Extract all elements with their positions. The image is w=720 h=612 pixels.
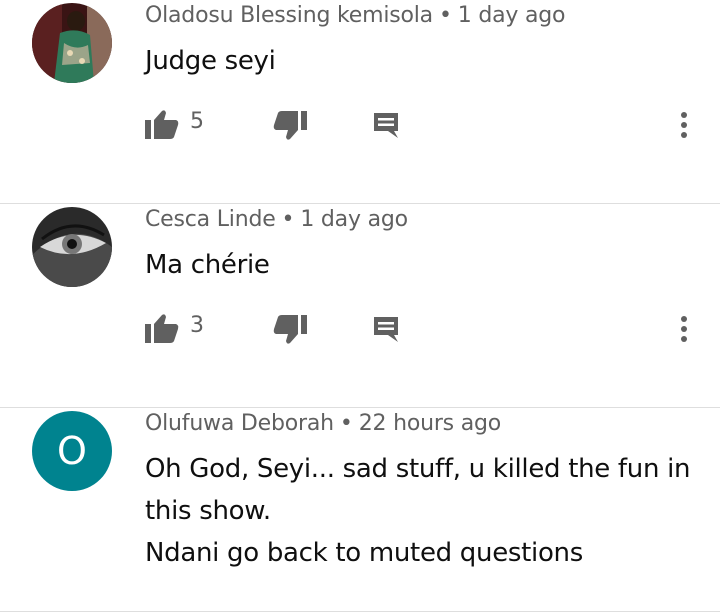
avatar[interactable]: O: [32, 411, 112, 491]
person-photo-icon: [32, 3, 112, 83]
comment-meta: Cesca Linde • 1 day ago: [145, 207, 408, 232]
author-name[interactable]: Olufuwa Deborah: [145, 411, 334, 436]
thumbs-up-icon: [145, 110, 179, 139]
meta-separator: •: [339, 411, 353, 436]
more-vertical-icon: [681, 316, 687, 342]
dislike-button[interactable]: [273, 111, 307, 143]
comment-text: Judge seyi: [145, 46, 276, 76]
comment-actions: 3: [0, 309, 720, 349]
reply-button[interactable]: [372, 111, 400, 139]
like-count: 5: [190, 109, 204, 134]
dislike-button[interactable]: [273, 315, 307, 347]
more-vertical-icon: [681, 112, 687, 138]
more-options-button[interactable]: [676, 109, 692, 141]
comment-meta: Olufuwa Deborah • 22 hours ago: [145, 411, 501, 436]
like-button[interactable]: [145, 313, 179, 345]
comment-text-line: Ndani go back to muted questions: [145, 538, 583, 568]
comment-text-line: Oh God, Seyi... sad stuff, u killed the …: [145, 454, 691, 484]
author-name[interactable]: Cesca Linde: [145, 207, 276, 232]
avatar[interactable]: [32, 3, 112, 83]
meta-separator: •: [281, 207, 295, 232]
comment-time[interactable]: 1 day ago: [458, 3, 566, 28]
comment-reply-icon: [374, 113, 398, 138]
comment-meta: Oladosu Blessing kemisola • 1 day ago: [145, 3, 566, 28]
like-button[interactable]: [145, 109, 179, 141]
comment-text: Ma chérie: [145, 250, 270, 280]
comment-item: Cesca Linde • 1 day ago Ma chérie 3: [0, 204, 720, 408]
comment-time[interactable]: 22 hours ago: [359, 411, 502, 436]
eye-photo-icon: [32, 207, 112, 287]
thumbs-up-icon: [145, 314, 179, 343]
comment-actions: 5: [0, 105, 720, 145]
comment-text-line: this show.: [145, 496, 271, 526]
author-name[interactable]: Oladosu Blessing kemisola: [145, 3, 433, 28]
comment-item: Oladosu Blessing kemisola • 1 day ago Judg…: [0, 0, 720, 204]
thumbs-down-icon: [273, 111, 307, 140]
avatar-letter: O: [57, 429, 87, 473]
comment-item: O Olufuwa Deborah • 22 hours ago Oh God, S…: [0, 408, 720, 612]
more-options-button[interactable]: [676, 313, 692, 345]
meta-separator: •: [438, 3, 452, 28]
thumbs-down-icon: [273, 315, 307, 344]
like-count: 3: [190, 313, 204, 338]
avatar[interactable]: [32, 207, 112, 287]
comment-text: Oh God, Seyi... sad stuff, u killed the …: [145, 448, 705, 574]
comment-reply-icon: [374, 317, 398, 342]
comment-time[interactable]: 1 day ago: [300, 207, 408, 232]
reply-button[interactable]: [372, 315, 400, 343]
